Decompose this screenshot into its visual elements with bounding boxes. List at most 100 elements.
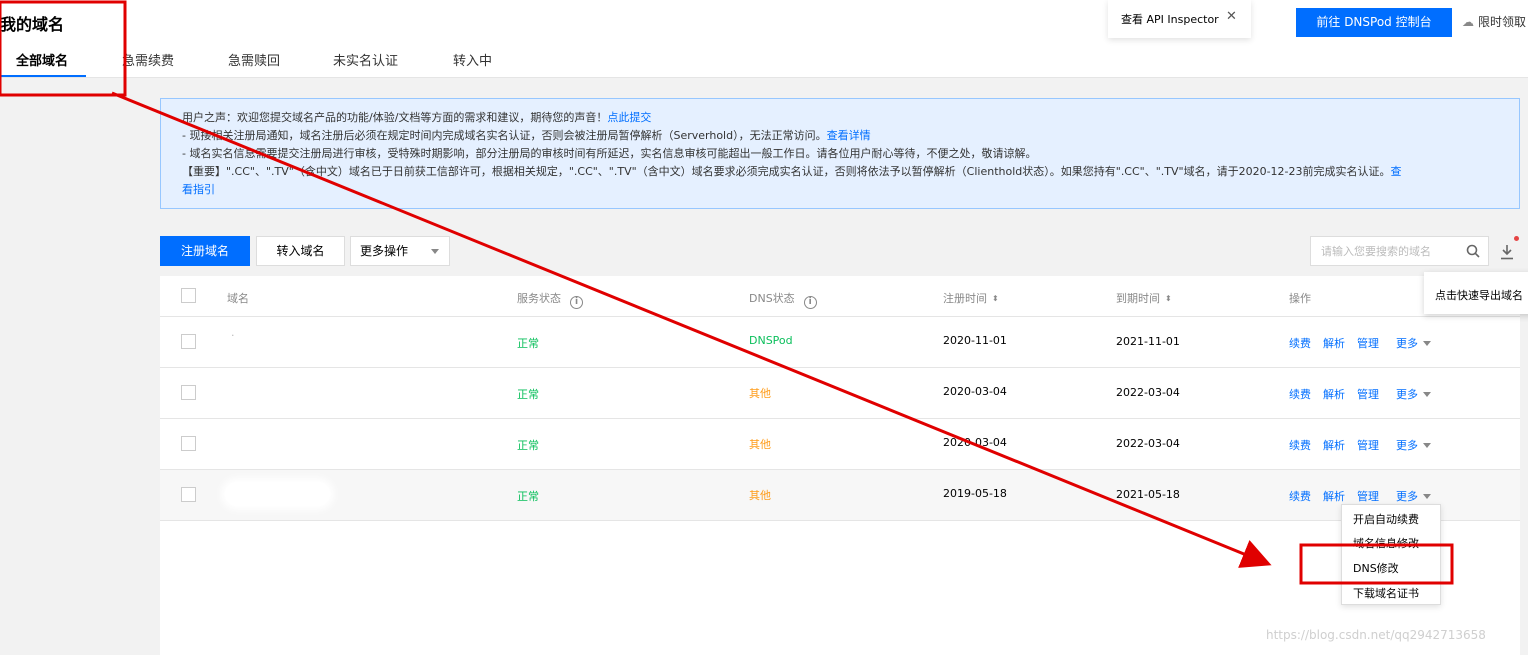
dns-status: DNSPod [749, 334, 793, 347]
chevron-down-icon [1423, 392, 1431, 397]
resolve-link[interactable]: 解析 [1323, 437, 1345, 453]
service-status: 正常 [517, 439, 539, 452]
manage-link[interactable]: 管理 [1357, 437, 1379, 453]
service-status: 正常 [517, 388, 539, 401]
sort-icon: ⬍ [992, 294, 999, 303]
dns-status: 其他 [749, 489, 771, 502]
active-tab-indicator [0, 75, 86, 77]
col-reg-date-label: 注册时间 [943, 292, 987, 305]
menu-item-auto-renew[interactable]: 开启自动续费 [1353, 511, 1419, 527]
exp-date: 2021-05-18 [1116, 488, 1180, 501]
table-row: 正常 其他 2019-05-18 2021-05-18 续费 解析 管理 更多 [160, 470, 1520, 521]
more-link[interactable]: 更多 [1396, 437, 1431, 453]
renew-link[interactable]: 续费 [1289, 335, 1311, 351]
notice-line-1: 用户之声：欢迎您提交域名产品的功能/体验/文档等方面的需求和建议，期待您的声音！ [182, 111, 608, 124]
wechat-icon: ☁ [1462, 15, 1474, 29]
resolve-link[interactable]: 解析 [1323, 335, 1345, 351]
notice-line-4: 【重要】".CC"、".TV"（含中文）域名已于日前获工信部许可，根据相关规定，… [182, 165, 1391, 178]
chevron-down-icon [1423, 341, 1431, 346]
guide-link[interactable]: 查 [1391, 165, 1402, 178]
manage-link[interactable]: 管理 [1357, 386, 1379, 402]
more-actions-label: 更多操作 [360, 244, 409, 258]
renew-link[interactable]: 续费 [1289, 437, 1311, 453]
table-header: 域名 服务状态 i DNS状态 i 注册时间 ⬍ 到期时间 ⬍ 操作 [160, 276, 1520, 317]
more-label: 更多 [1396, 490, 1418, 503]
guide-link-cont[interactable]: 看指引 [182, 183, 215, 196]
more-link[interactable]: 更多 [1396, 386, 1431, 402]
table-row: 正常 其他 2020-03-04 2022-03-04 续费 解析 管理 更多 [160, 419, 1520, 470]
dns-status: 其他 [749, 387, 771, 400]
details-link[interactable]: 查看详情 [827, 129, 871, 142]
info-icon[interactable]: i [803, 296, 817, 309]
domain-table: 域名 服务状态 i DNS状态 i 注册时间 ⬍ 到期时间 ⬍ 操作 · 正常 DNSP… [160, 276, 1520, 655]
exp-date: 2022-03-04 [1116, 386, 1180, 399]
page-title: 我的域名 [0, 15, 65, 34]
reg-date: 2020-03-04 [943, 436, 1007, 449]
renew-link[interactable]: 续费 [1289, 386, 1311, 402]
domain-name[interactable]: · [231, 329, 235, 342]
promo-link[interactable]: ☁ 限时领取 [1462, 13, 1526, 30]
tab-renew-urgent[interactable]: 急需续费 [122, 50, 174, 69]
row-checkbox[interactable] [181, 487, 196, 502]
select-all-checkbox[interactable] [181, 288, 196, 303]
tab-unverified[interactable]: 未实名认证 [333, 50, 398, 69]
row-checkbox[interactable] [181, 436, 196, 451]
col-exp-date-label: 到期时间 [1116, 292, 1160, 305]
service-status: 正常 [517, 490, 539, 503]
more-dropdown-menu: 开启自动续费 域名信息修改 DNS修改 下载域名证书 [1341, 504, 1441, 605]
manage-link[interactable]: 管理 [1357, 488, 1379, 504]
row-checkbox[interactable] [181, 385, 196, 400]
row-checkbox[interactable] [181, 334, 196, 349]
col-domain: 域名 [227, 292, 249, 305]
renew-link[interactable]: 续费 [1289, 488, 1311, 504]
api-inspector-link[interactable]: 查看 API Inspector [1121, 11, 1219, 27]
chevron-down-icon [1423, 443, 1431, 448]
notice-banner: 用户之声：欢迎您提交域名产品的功能/体验/文档等方面的需求和建议，期待您的声音！… [160, 98, 1520, 209]
resolve-link[interactable]: 解析 [1323, 386, 1345, 402]
col-dns-status-label: DNS状态 [749, 292, 795, 305]
more-link[interactable]: 更多 [1396, 488, 1431, 504]
more-label: 更多 [1396, 337, 1418, 350]
exp-date: 2021-11-01 [1116, 335, 1180, 348]
col-service-status-label: 服务状态 [517, 292, 561, 305]
exp-date: 2022-03-04 [1116, 437, 1180, 450]
resolve-link[interactable]: 解析 [1323, 488, 1345, 504]
export-tooltip: 点击快速导出域名 [1424, 272, 1528, 314]
tab-redeem-urgent[interactable]: 急需赎回 [228, 50, 280, 69]
chevron-down-icon [431, 249, 439, 254]
col-dns-status: DNS状态 i [749, 290, 817, 309]
info-icon[interactable]: i [570, 296, 583, 309]
redacted-domain [225, 482, 330, 506]
manage-link[interactable]: 管理 [1357, 335, 1379, 351]
col-exp-date[interactable]: 到期时间 ⬍ [1116, 290, 1172, 306]
download-icon[interactable] [1500, 244, 1514, 260]
chevron-down-icon [1423, 494, 1431, 499]
search-box [1310, 236, 1489, 266]
menu-item-edit-info[interactable]: 域名信息修改 [1353, 535, 1419, 551]
menu-item-dns-modify[interactable]: DNS修改 [1353, 560, 1399, 576]
register-domain-button[interactable]: 注册域名 [160, 236, 250, 266]
notice-line-3: - 域名实名信息需要提交注册局进行审核，受特殊时期影响，部分注册局的审核时间有所… [182, 147, 1037, 160]
tab-all-domains[interactable]: 全部域名 [16, 50, 68, 69]
search-input[interactable] [1311, 237, 1461, 265]
feedback-link[interactable]: 点此提交 [607, 111, 651, 124]
more-actions-dropdown[interactable]: 更多操作 [350, 236, 450, 266]
more-link[interactable]: 更多 [1396, 335, 1431, 351]
col-reg-date[interactable]: 注册时间 ⬍ [943, 290, 999, 306]
dnspod-console-button[interactable]: 前往 DNSPod 控制台 [1296, 8, 1452, 37]
tab-transferring[interactable]: 转入中 [453, 50, 492, 69]
transfer-domain-button[interactable]: 转入域名 [256, 236, 345, 266]
sort-icon: ⬍ [1165, 294, 1172, 303]
service-status: 正常 [517, 337, 539, 350]
search-icon[interactable] [1466, 244, 1480, 258]
menu-item-download-cert[interactable]: 下载域名证书 [1353, 585, 1419, 601]
dns-status: 其他 [749, 438, 771, 451]
notification-dot [1514, 236, 1519, 241]
col-service-status: 服务状态 i [517, 290, 583, 309]
promo-label: 限时领取 [1478, 15, 1527, 29]
more-label: 更多 [1396, 439, 1418, 452]
table-row: · 正常 DNSPod 2020-11-01 2021-11-01 续费 解析 … [160, 317, 1520, 368]
more-label: 更多 [1396, 388, 1418, 401]
col-actions: 操作 [1289, 292, 1311, 305]
close-icon[interactable]: ✕ [1226, 9, 1237, 24]
